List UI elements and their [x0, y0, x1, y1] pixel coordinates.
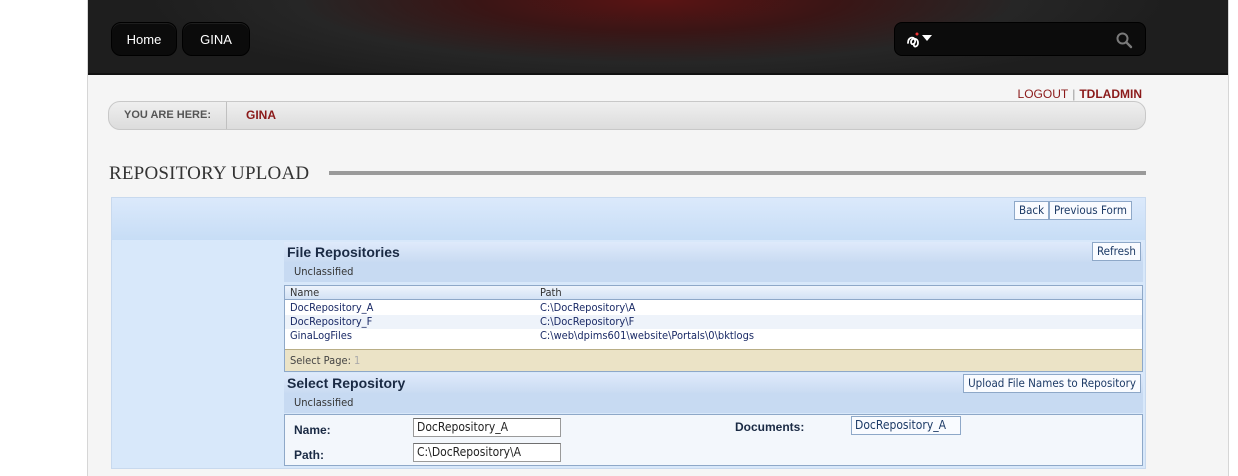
path-label: Path:	[294, 448, 324, 462]
form-panel: Back Previous Form File Repositories Ref…	[111, 197, 1146, 469]
select-repository-header: Select Repository Upload File Names to R…	[284, 373, 1143, 393]
name-field[interactable]: DocRepository_A	[413, 418, 561, 437]
nav-home-button[interactable]: Home	[111, 22, 177, 56]
form-header: Back Previous Form	[112, 198, 1145, 240]
nav-gina-button[interactable]: GINA	[182, 22, 250, 56]
search-box[interactable]	[894, 22, 1146, 56]
column-header-name[interactable]: Name	[290, 286, 319, 299]
previous-form-button[interactable]: Previous Form	[1049, 201, 1132, 220]
breadcrumb: YOU ARE HERE: GINA	[108, 101, 1146, 130]
language-icon[interactable]	[905, 29, 935, 51]
refresh-button[interactable]: Refresh	[1092, 242, 1141, 261]
table-row[interactable]: DocRepository_F C:\DocRepository\F	[285, 315, 1142, 329]
repositories-classification: Unclassified	[284, 262, 1143, 282]
title-divider	[329, 171, 1146, 175]
row-name: DocRepository_A	[290, 301, 374, 314]
breadcrumb-current[interactable]: GINA	[246, 102, 276, 129]
table-row[interactable]: GinaLogFiles C:\web\dpims601\website\Por…	[285, 329, 1142, 343]
repositories-grid: Name Path DocRepository_A C:\DocReposito…	[284, 285, 1143, 372]
name-label: Name:	[294, 423, 331, 437]
documents-label: Documents:	[735, 420, 805, 434]
grid-header: Name Path	[285, 286, 1142, 300]
row-path: C:\DocRepository\F	[540, 315, 635, 328]
row-path: C:\DocRepository\A	[540, 301, 636, 314]
row-name: GinaLogFiles	[290, 329, 353, 342]
table-row[interactable]: DocRepository_A C:\DocRepository\A	[285, 301, 1142, 315]
documents-field[interactable]: DocRepository_A	[851, 416, 961, 435]
logout-link[interactable]: LOGOUT	[1018, 87, 1069, 101]
form-content: File Repositories Refresh Unclassified N…	[284, 242, 1143, 468]
pager-page-link[interactable]: 1	[354, 354, 360, 367]
repositories-header: File Repositories Refresh	[284, 242, 1143, 262]
row-name: DocRepository_F	[290, 315, 373, 328]
row-path: C:\web\dpims601\website\Portals\0\bktlog…	[540, 329, 755, 342]
upload-file-names-button[interactable]: Upload File Names to Repository	[963, 374, 1141, 393]
repositories-title: File Repositories	[287, 244, 400, 260]
back-button[interactable]: Back	[1014, 201, 1050, 220]
page-title: REPOSITORY UPLOAD	[109, 163, 310, 184]
page-frame: Home GINA LOGOUT | TDLADMIN YOU ARE HERE: …	[87, 0, 1229, 476]
select-repository-fields: Name: DocRepository_A Path: C:\DocReposi…	[284, 414, 1143, 466]
top-navigation-bar: Home GINA	[88, 0, 1228, 75]
select-repository-classification: Unclassified	[284, 393, 1143, 413]
column-header-path[interactable]: Path	[540, 286, 562, 299]
path-field[interactable]: C:\DocRepository\A	[413, 443, 561, 462]
select-repository-title: Select Repository	[287, 375, 406, 391]
username-link[interactable]: TDLADMIN	[1079, 87, 1142, 101]
search-icon[interactable]	[1115, 31, 1133, 49]
pager-label: Select Page:	[290, 354, 351, 367]
login-links: LOGOUT | TDLADMIN	[1018, 87, 1142, 101]
breadcrumb-label: YOU ARE HERE:	[109, 102, 227, 129]
grid-pager: Select Page: 1	[285, 349, 1142, 371]
login-separator: |	[1072, 87, 1076, 101]
